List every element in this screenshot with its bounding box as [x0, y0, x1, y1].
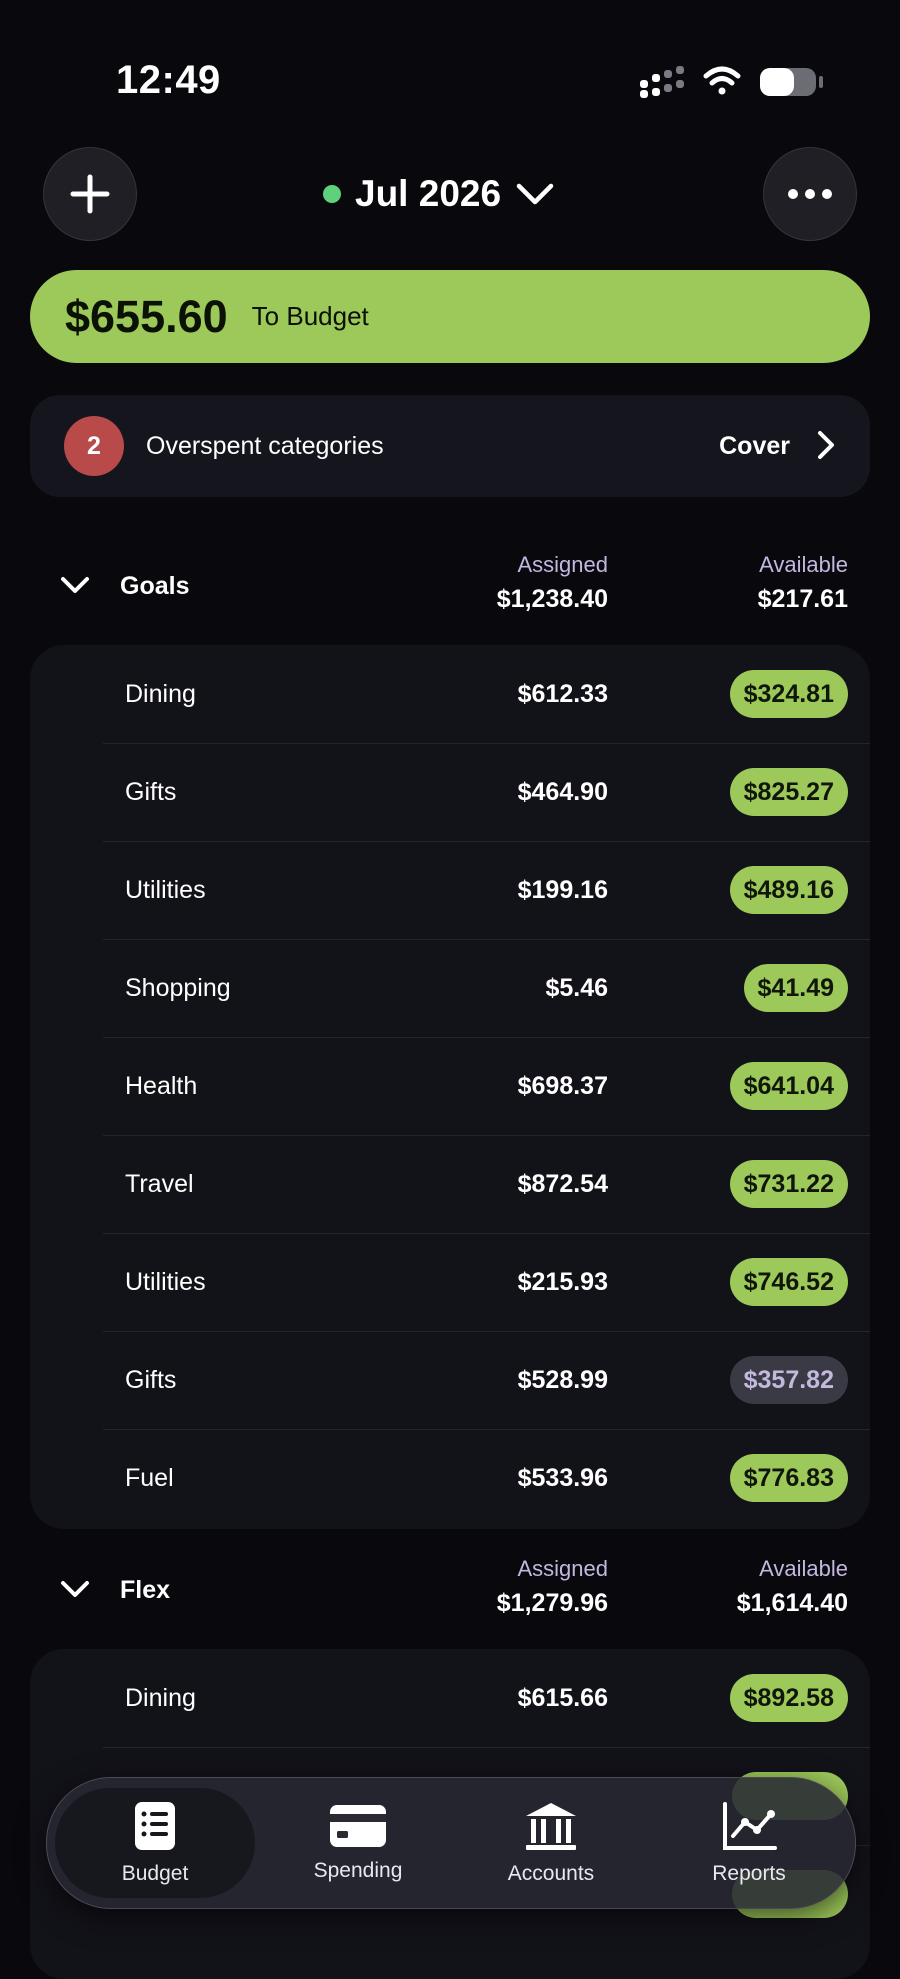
category-name: Gifts: [125, 777, 177, 806]
available-pill[interactable]: $324.81: [729, 670, 848, 718]
overspent-banner[interactable]: 2 Overspent categories Cover: [30, 395, 870, 497]
group-available: Available $217.61: [758, 552, 848, 614]
available-total: $217.61: [757, 585, 848, 613]
card-icon: [330, 1805, 386, 1847]
status-icons: [636, 62, 826, 102]
battery-icon: [760, 68, 823, 96]
group-assigned: Assigned $1,279.96: [497, 1556, 608, 1618]
category-row[interactable]: Fuel $533.96 $776.83: [30, 1429, 870, 1527]
available-pill[interactable]: $357.82: [729, 1356, 848, 1404]
category-name: Dining: [125, 679, 196, 708]
list-doc-icon: [135, 1802, 175, 1850]
category-row[interactable]: Health $698.37 $641.04: [30, 1037, 870, 1135]
group-title: Goals: [120, 572, 190, 600]
category-name: Travel: [125, 1169, 194, 1198]
month-label: Jul 2026: [355, 173, 502, 214]
chevron-down-icon[interactable]: [60, 1580, 90, 1600]
tab-label: Spending: [313, 1859, 403, 1882]
category-assigned: $612.33: [517, 679, 608, 708]
group-assigned: Assigned $1,238.40: [497, 552, 608, 614]
status-time: 12:49: [116, 58, 221, 102]
tab-reports[interactable]: Reports: [649, 1778, 849, 1908]
category-row[interactable]: Utilities $199.16 $489.16: [30, 841, 870, 939]
category-row[interactable]: Utilities $215.93 $746.52: [30, 1233, 870, 1331]
category-assigned: $533.96: [517, 1463, 608, 1492]
assigned-label: Assigned: [517, 552, 608, 577]
category-list-goals: Dining $612.33 $324.81 Gifts $464.90 $82…: [30, 645, 870, 1529]
available-label: Available: [759, 552, 848, 577]
chart-icon: [723, 1802, 777, 1850]
category-row[interactable]: Travel $872.54 $731.22: [30, 1135, 870, 1233]
group-available: Available $1,614.40: [737, 1556, 848, 1618]
category-assigned: $528.99: [517, 1365, 608, 1394]
bank-icon: [526, 1803, 576, 1850]
available-total: $1,614.40: [736, 1589, 848, 1617]
status-dot-icon: [323, 185, 341, 203]
wifi-icon: [703, 66, 741, 95]
month-selector[interactable]: Jul 2026: [323, 166, 555, 222]
to-budget-amount: $655.60: [65, 290, 228, 342]
available-label: Available: [759, 1556, 848, 1581]
category-assigned: $5.46: [545, 973, 608, 1002]
available-pill[interactable]: $641.04: [729, 1062, 848, 1110]
assigned-total: $1,238.40: [496, 585, 608, 613]
available-pill[interactable]: $776.83: [729, 1454, 848, 1502]
tab-label: Accounts: [507, 1862, 595, 1885]
category-row[interactable]: Dining $615.66 $892.58: [30, 1649, 870, 1747]
category-row[interactable]: Dining $612.33 $324.81: [30, 645, 870, 743]
chevron-down-icon: [516, 183, 554, 205]
category-assigned: $199.16: [517, 875, 608, 904]
category-name: Health: [125, 1071, 198, 1100]
category-assigned: $215.93: [517, 1267, 608, 1296]
chevron-right-icon: [818, 431, 834, 459]
tab-accounts[interactable]: Accounts: [453, 1778, 649, 1908]
category-name: Utilities: [125, 875, 206, 904]
available-pill[interactable]: $892.58: [729, 1674, 848, 1722]
add-button[interactable]: [43, 147, 137, 241]
ellipsis-icon: [788, 189, 832, 199]
group-header-goals[interactable]: Goals Assigned $1,238.40 Available $217.…: [0, 552, 900, 642]
group-header-flex[interactable]: Flex Assigned $1,279.96 Available $1,614…: [0, 1556, 900, 1646]
more-button[interactable]: [763, 147, 857, 241]
tab-spending[interactable]: Spending: [263, 1778, 453, 1908]
assigned-label: Assigned: [517, 1556, 608, 1581]
available-pill[interactable]: $825.27: [729, 768, 848, 816]
category-assigned: $872.54: [517, 1169, 608, 1198]
assigned-total: $1,279.96: [496, 1589, 608, 1617]
chevron-down-icon[interactable]: [60, 576, 90, 596]
available-pill[interactable]: $489.16: [729, 866, 848, 914]
category-assigned: $615.66: [517, 1683, 608, 1712]
category-assigned: $698.37: [517, 1071, 608, 1100]
group-title: Flex: [120, 1576, 171, 1604]
overspent-label: Overspent categories: [146, 431, 384, 460]
to-budget-banner[interactable]: $655.60 To Budget: [30, 270, 870, 363]
tab-budget[interactable]: Budget: [49, 1778, 261, 1908]
plus-icon: [70, 174, 110, 214]
category-name: Dining: [125, 1683, 196, 1712]
category-row[interactable]: Gifts $528.99 $357.82: [30, 1331, 870, 1429]
category-name: Shopping: [125, 973, 231, 1002]
category-row[interactable]: Gifts $464.90 $825.27: [30, 743, 870, 841]
tab-label: Reports: [712, 1862, 786, 1885]
category-row[interactable]: Shopping $5.46 $41.49: [30, 939, 870, 1037]
overspent-count-badge: 2: [64, 416, 124, 476]
tab-label: Budget: [121, 1862, 189, 1885]
cover-button[interactable]: Cover: [719, 432, 790, 461]
category-name: Utilities: [125, 1267, 206, 1296]
available-pill[interactable]: $41.49: [743, 964, 848, 1012]
tab-bar: Budget Spending Accounts Reports: [46, 1777, 856, 1909]
category-name: Gifts: [125, 1365, 177, 1394]
category-name: Fuel: [125, 1463, 174, 1492]
available-pill[interactable]: $746.52: [729, 1258, 848, 1306]
cellular-signal-icon: [640, 66, 684, 98]
category-assigned: $464.90: [517, 777, 608, 806]
to-budget-label: To Budget: [251, 301, 369, 331]
available-pill[interactable]: $731.22: [729, 1160, 848, 1208]
